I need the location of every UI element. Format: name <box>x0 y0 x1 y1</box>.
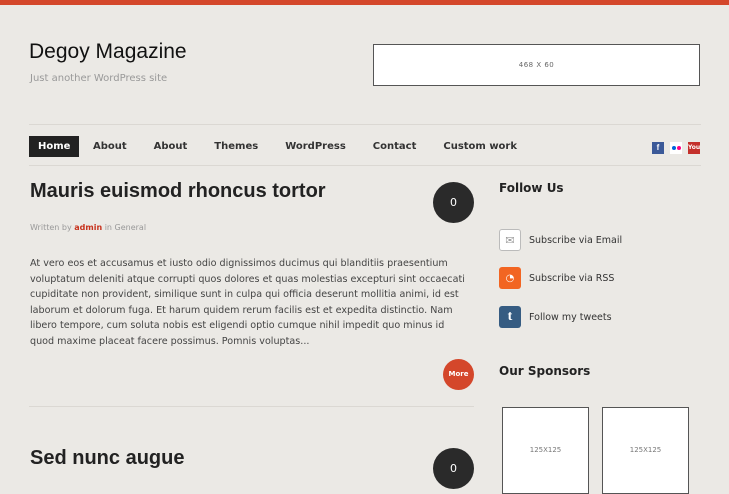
post-title-2[interactable]: Sed nunc augue <box>30 447 184 470</box>
subscribe-rss-label: Subscribe via RSS <box>529 272 615 284</box>
header-ad-label: 468 X 60 <box>518 61 555 69</box>
subscribe-rss-link[interactable]: ◔ Subscribe via RSS <box>499 267 614 289</box>
follow-tweets-link[interactable]: t Follow my tweets <box>499 306 612 328</box>
main-nav: Home About About Themes WordPress Contac… <box>29 136 531 157</box>
post-meta: Written by admin in General <box>30 223 146 232</box>
more-button[interactable]: More <box>443 359 474 390</box>
nav-item-home[interactable]: Home <box>29 136 80 157</box>
top-accent-bar <box>0 0 729 5</box>
subscribe-email-label: Subscribe via Email <box>529 234 623 246</box>
category-link[interactable]: General <box>115 223 147 232</box>
follow-us-heading: Follow Us <box>499 181 564 195</box>
sponsor-ad-2-label: 125X125 <box>629 446 662 454</box>
post-excerpt: At vero eos et accusamus et iusto odio d… <box>30 258 465 347</box>
post-divider <box>29 406 474 407</box>
nav-item-about[interactable]: About <box>79 136 140 157</box>
twitter-icon: t <box>499 306 521 328</box>
meta-in: in <box>104 223 112 232</box>
sponsor-ad-1[interactable]: 125X125 <box>502 407 589 494</box>
site-tagline: Just another WordPress site <box>30 73 168 84</box>
nav-item-contact[interactable]: Contact <box>359 136 430 157</box>
nav-item-about-2[interactable]: About <box>140 136 201 157</box>
email-icon: ✉ <box>499 229 521 251</box>
social-links: f You <box>646 142 700 154</box>
header-divider <box>29 124 701 125</box>
nav-item-themes[interactable]: Themes <box>201 136 272 157</box>
post-title[interactable]: Mauris euismod rhoncus tortor <box>30 180 326 203</box>
subscribe-email-link[interactable]: ✉ Subscribe via Email <box>499 229 622 251</box>
facebook-icon[interactable]: f <box>652 142 664 154</box>
rss-icon: ◔ <box>499 267 521 289</box>
comment-count-bubble[interactable]: 0 <box>433 182 474 223</box>
nav-divider <box>29 165 701 166</box>
sponsor-ad-2[interactable]: 125X125 <box>602 407 689 494</box>
nav-item-custom-work[interactable]: Custom work <box>430 136 531 157</box>
youtube-icon[interactable]: You <box>688 142 700 154</box>
flickr-icon[interactable] <box>670 142 682 154</box>
site-title[interactable]: Degoy Magazine <box>29 40 187 64</box>
nav-item-wordpress[interactable]: WordPress <box>272 136 360 157</box>
meta-written-by: Written by <box>30 223 72 232</box>
header-ad-banner[interactable]: 468 X 60 <box>373 44 700 86</box>
follow-tweets-label: Follow my tweets <box>529 311 612 323</box>
comment-count-bubble-2[interactable]: 0 <box>433 448 474 489</box>
sponsor-ad-1-label: 125X125 <box>529 446 562 454</box>
author-link[interactable]: admin <box>74 223 102 232</box>
our-sponsors-heading: Our Sponsors <box>499 364 591 378</box>
